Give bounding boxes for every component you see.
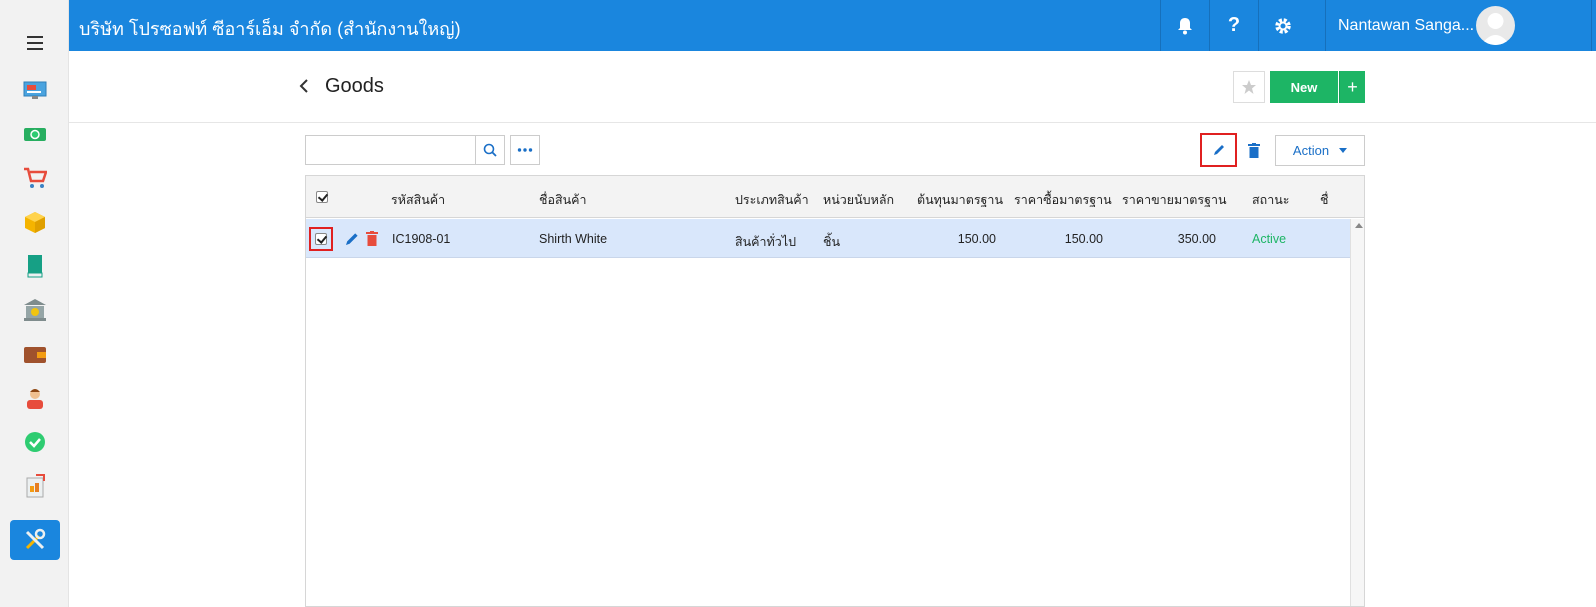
search-icon bbox=[483, 143, 497, 157]
row-edit-icon[interactable] bbox=[344, 231, 360, 247]
power-icon[interactable] bbox=[1591, 0, 1596, 51]
tools-icon[interactable] bbox=[10, 520, 60, 560]
report-icon[interactable] bbox=[22, 473, 48, 499]
column-header[interactable]: ประเภทสินค้า bbox=[735, 190, 809, 210]
cell-code: IC1908-01 bbox=[392, 232, 451, 246]
new-button[interactable]: New bbox=[1270, 71, 1338, 103]
cell-unit: ชิ้น bbox=[823, 235, 841, 249]
dashboard-icon[interactable] bbox=[22, 77, 48, 103]
table-header: รหัสสินค้า ชื่อสินค้า ประเภทสินค้า หน่วย… bbox=[306, 176, 1364, 218]
goods-table: รหัสสินค้า ชื่อสินค้า ประเภทสินค้า หน่วย… bbox=[305, 175, 1365, 607]
page-title: Goods bbox=[325, 75, 384, 97]
box-icon[interactable] bbox=[22, 209, 48, 235]
vertical-scrollbar[interactable] bbox=[1350, 219, 1364, 606]
hamburger-menu-icon[interactable] bbox=[21, 34, 49, 52]
column-header[interactable]: ราคาขายมาตรฐาน bbox=[1122, 190, 1227, 210]
cell-type: สินค้าทั่วไป bbox=[735, 235, 797, 249]
ellipsis-icon bbox=[517, 148, 533, 152]
cell-std-sell: 350.00 bbox=[1177, 232, 1216, 246]
wallet-icon[interactable] bbox=[22, 341, 48, 367]
pencil-icon bbox=[1213, 145, 1224, 155]
cell-std-buy: 150.00 bbox=[1064, 232, 1103, 246]
top-bar: บริษัท โปรซอฟท์ ซีอาร์เอ็ม จำกัด (สำนักง… bbox=[69, 0, 1596, 51]
column-header[interactable]: สถานะ bbox=[1252, 190, 1289, 210]
column-header[interactable]: ชื่ bbox=[1320, 190, 1328, 210]
book-icon[interactable] bbox=[22, 253, 48, 279]
action-dropdown[interactable]: Action bbox=[1275, 135, 1365, 166]
scroll-up-icon[interactable] bbox=[1355, 223, 1363, 228]
table-row[interactable]: IC1908-01 Shirth White สินค้าทั่วไป ชิ้น… bbox=[306, 219, 1350, 258]
row-checkbox[interactable] bbox=[315, 233, 327, 245]
delete-button[interactable] bbox=[1239, 135, 1269, 165]
column-header[interactable]: ต้นทุนมาตรฐาน bbox=[917, 190, 1003, 210]
favorite-button[interactable] bbox=[1233, 71, 1265, 103]
trash-icon bbox=[1248, 142, 1260, 158]
more-options-button[interactable] bbox=[510, 135, 540, 165]
action-label: Action bbox=[1292, 143, 1330, 158]
column-header[interactable]: รหัสสินค้า bbox=[391, 190, 445, 210]
header-divider bbox=[69, 122, 1596, 123]
column-header[interactable]: ชื่อสินค้า bbox=[539, 190, 587, 210]
chevron-down-icon bbox=[1339, 148, 1348, 153]
edit-button[interactable] bbox=[1200, 133, 1237, 167]
select-all-checkbox[interactable] bbox=[316, 191, 328, 203]
money-icon[interactable] bbox=[22, 121, 48, 147]
bank-icon[interactable] bbox=[22, 297, 48, 323]
column-header[interactable]: ราคาซื้อมาตรฐาน bbox=[1014, 190, 1112, 210]
sidebar bbox=[0, 0, 69, 607]
status-badge: Active bbox=[1252, 232, 1287, 246]
help-icon[interactable]: ? bbox=[1209, 0, 1258, 51]
cell-name: Shirth White bbox=[539, 232, 608, 246]
back-icon[interactable] bbox=[297, 77, 311, 95]
avatar[interactable] bbox=[1476, 6, 1515, 45]
cell-std-cost: 150.00 bbox=[957, 232, 996, 246]
gear-icon[interactable] bbox=[1258, 0, 1307, 51]
row-trash-icon[interactable] bbox=[366, 231, 380, 247]
user-menu[interactable]: Nantawan Sanga... bbox=[1325, 0, 1591, 51]
company-name: บริษัท โปรซอฟท์ ซีอาร์เอ็ม จำกัด (สำนักง… bbox=[79, 19, 461, 39]
search-input[interactable] bbox=[305, 135, 476, 165]
cart-icon[interactable] bbox=[22, 165, 48, 191]
new-dropdown-button[interactable]: + bbox=[1339, 71, 1365, 103]
row-checkbox-highlight bbox=[309, 227, 333, 251]
user-name: Nantawan Sanga... bbox=[1338, 17, 1475, 34]
search-button[interactable] bbox=[475, 135, 505, 165]
bell-icon[interactable] bbox=[1160, 0, 1209, 51]
column-header[interactable]: หน่วยนับหลัก bbox=[823, 190, 894, 210]
star-icon bbox=[1242, 80, 1256, 94]
person-icon[interactable] bbox=[22, 385, 48, 411]
check-icon[interactable] bbox=[22, 429, 48, 455]
